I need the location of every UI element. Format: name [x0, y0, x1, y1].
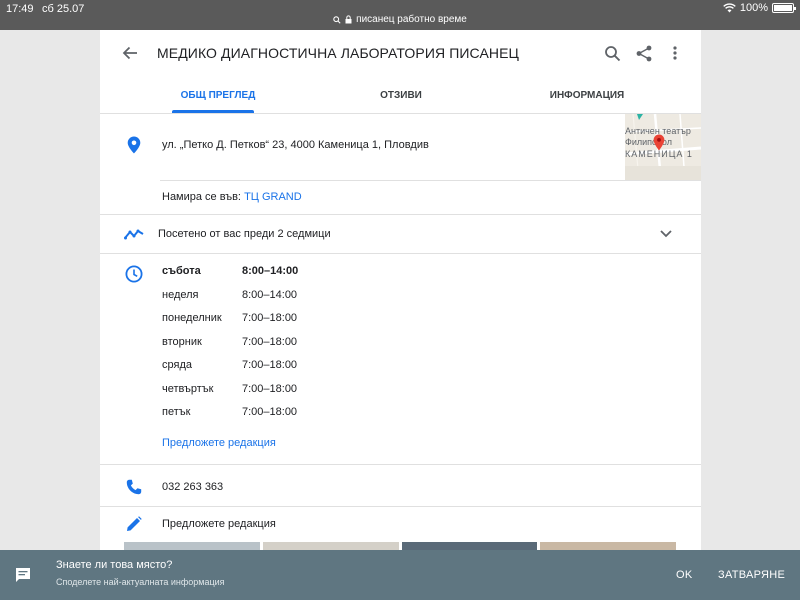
more-vert-icon	[673, 46, 677, 60]
search-icon	[604, 45, 620, 61]
suggest-edit-link[interactable]: Предложете редакция	[162, 518, 276, 530]
hours-time: 7:00–18:00	[242, 406, 298, 418]
lock-icon	[345, 15, 352, 24]
url-bar[interactable]: писанец работно време	[0, 14, 800, 25]
tab-about[interactable]: ИНФОРМАЦИЯ	[532, 76, 642, 114]
expand-visited-button[interactable]	[654, 222, 678, 246]
search-small-icon	[333, 15, 341, 24]
snackbar-title: Знаете ли това място?	[56, 559, 173, 571]
photo-thumbnail[interactable]	[124, 542, 260, 550]
place-feedback-snackbar: Знаете ли това място? Споделете най-акту…	[0, 550, 800, 600]
hours-day: петък	[162, 406, 191, 418]
location-pin-icon	[122, 133, 146, 157]
address-text[interactable]: ул. „Петко Д. Петков“ 23, 4000 Каменица …	[162, 139, 429, 151]
status-bar: 17:49 сб 25.07 писанец работно време 100…	[0, 0, 800, 30]
hours-time: 7:00–18:00	[242, 336, 298, 348]
status-right: 100%	[723, 2, 796, 14]
close-button[interactable]: ЗАТВАРЯНЕ	[718, 569, 785, 581]
edit-pencil-icon	[122, 512, 146, 536]
visited-text: Посетено от вас преди 2 седмици	[158, 228, 331, 240]
section-divider-3	[100, 464, 701, 465]
share-icon	[636, 45, 652, 61]
phone-number[interactable]: 032 263 363	[162, 481, 223, 493]
hours-time: 7:00–18:00	[242, 312, 298, 324]
chevron-down-icon	[660, 230, 672, 238]
back-arrow-icon	[122, 46, 137, 60]
photos-strip[interactable]	[124, 542, 676, 550]
feedback-icon	[12, 564, 34, 586]
hours-day: вторник	[162, 336, 202, 348]
section-divider-4	[100, 506, 701, 507]
map-marker-icon	[653, 134, 665, 151]
hours-time: 8:00–14:00	[242, 265, 299, 277]
tab-overview[interactable]: ОБЩ ПРЕГЛЕД	[160, 76, 276, 114]
clock-icon	[122, 262, 146, 286]
located-in: Намира се във: ТЦ GRAND	[162, 191, 302, 203]
tab-active-indicator	[172, 110, 254, 113]
suggest-edit-hours-link[interactable]: Предложете редакция	[162, 437, 276, 449]
snackbar-subtitle: Споделете най-актуалната информация	[56, 577, 225, 587]
hours-day: понеделник	[162, 312, 222, 324]
address-divider	[160, 180, 701, 181]
battery-icon	[772, 3, 796, 13]
located-in-link[interactable]: ТЦ GRAND	[244, 191, 302, 203]
photo-thumbnail[interactable]	[540, 542, 676, 550]
hours-time: 7:00–18:00	[242, 383, 298, 395]
hours-time: 7:00–18:00	[242, 359, 298, 371]
place-card: МЕДИКО ДИАГНОСТИЧНА ЛАБОРАТОРИЯ ПИСАНЕЦ …	[100, 30, 701, 550]
hours-day: неделя	[162, 289, 199, 301]
photo-thumbnail[interactable]	[262, 542, 399, 550]
battery-percent: 100%	[739, 2, 768, 14]
hours-day: събота	[162, 265, 201, 277]
phone-icon	[122, 475, 146, 499]
page-title: МЕДИКО ДИАГНОСТИЧНА ЛАБОРАТОРИЯ ПИСАНЕЦ	[157, 45, 519, 61]
back-button[interactable]	[118, 41, 142, 65]
url-text: писанец работно време	[356, 14, 467, 25]
located-in-label: Намира се във:	[162, 191, 241, 203]
hours-day: четвъртък	[162, 383, 214, 395]
ok-button[interactable]: OK	[676, 569, 693, 581]
map-thumbnail[interactable]: Античен театър Филипопол КАМЕНИЦА 1	[625, 114, 701, 180]
photo-thumbnail[interactable]	[401, 542, 538, 550]
search-button[interactable]	[600, 41, 624, 65]
more-options-button[interactable]	[663, 41, 687, 65]
section-divider-1	[100, 214, 701, 215]
hours-day: сряда	[162, 359, 192, 371]
section-divider-2	[100, 253, 701, 254]
share-button[interactable]	[632, 41, 656, 65]
tab-bar: ОБЩ ПРЕГЛЕД ОТЗИВИ ИНФОРМАЦИЯ	[100, 76, 701, 114]
timeline-icon	[122, 222, 146, 246]
hours-time: 8:00–14:00	[242, 289, 298, 301]
wifi-icon	[723, 3, 736, 13]
tab-reviews[interactable]: ОТЗИВИ	[355, 76, 447, 114]
